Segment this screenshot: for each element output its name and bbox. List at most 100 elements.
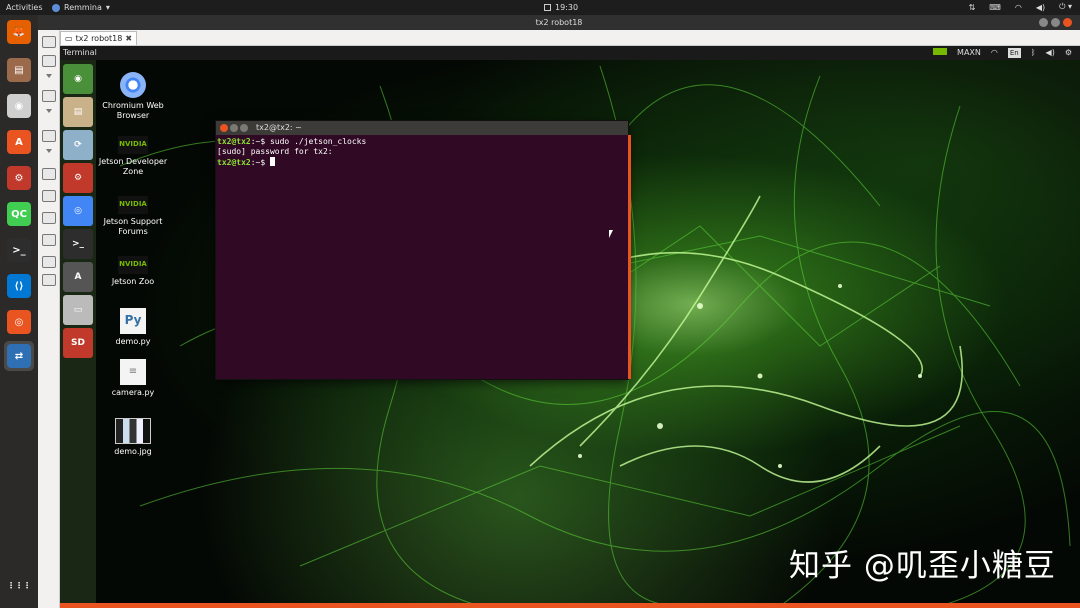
chevron-down-icon[interactable] [46, 74, 52, 78]
terminal-body[interactable]: tx2@tx2:~$ sudo ./jetson_clocks [sudo] p… [216, 135, 628, 170]
toggle-fullscreen-button[interactable] [42, 36, 56, 48]
terminal-title: tx2@tx2: ~ [256, 123, 302, 132]
camera-py-icon[interactable]: ≡ camera.py [98, 359, 168, 398]
jetson-developer-zone-icon[interactable]: NVIDIA Jetson Developer Zone [98, 136, 168, 176]
image-file-icon [115, 418, 151, 444]
disk-icon[interactable]: ◉ [4, 91, 34, 121]
terminal-line: tx2@tx2:~$ [217, 157, 627, 168]
nvidia-icon: NVIDIA [118, 256, 148, 274]
wifi-icon[interactable]: ◠ [1015, 3, 1022, 12]
app-menu-label: Remmina [64, 3, 102, 12]
power-icon[interactable]: ⏻ ▾ [1059, 2, 1072, 12]
file-manager-icon[interactable]: ▤ [4, 55, 34, 85]
jetson-zoo-icon[interactable]: NVIDIA Jetson Zoo [98, 256, 168, 287]
terminal-scrollbar[interactable] [628, 135, 631, 379]
vscode-icon[interactable]: ⟨⟩ [4, 271, 34, 301]
tools-button[interactable] [42, 212, 56, 224]
terminal-icon[interactable]: >_ [4, 235, 34, 265]
tab-close-icon[interactable]: ✖ [125, 34, 132, 43]
disconnect-button[interactable] [42, 274, 56, 286]
chevron-down-icon: ▾ [105, 3, 110, 12]
desktop-icon-label: demo.py [115, 337, 151, 346]
sd-card-icon[interactable]: SD [63, 328, 93, 358]
chromium-desktop-icon[interactable]: Chromium Web Browser [98, 72, 168, 120]
top-panel: Activities Remmina ▾ 19:30 ⇅ ⌨ ◠ ◀) ⏻ ▾ [0, 0, 1080, 15]
demo-jpg-icon[interactable]: demo.jpg [98, 418, 168, 457]
tab-strip: ▭ tx2 robot18 ✖ [38, 30, 1080, 46]
text-cursor [269, 157, 275, 166]
nvidia-tray-icon[interactable] [933, 46, 948, 60]
desktop-icon-label: Jetson Support Forums [103, 217, 163, 236]
toggle-dynamic-resolution-button[interactable] [42, 55, 56, 67]
firefox-icon[interactable]: 🦊 [4, 17, 34, 47]
activities-button[interactable]: Activities [0, 3, 52, 12]
software-updater-icon[interactable]: ⟳ [63, 130, 93, 160]
app-menu[interactable]: Remmina ▾ [52, 3, 110, 12]
terminal-window[interactable]: tx2@tx2: ~ tx2@tx2:~$ sudo ./jetson_cloc… [215, 120, 631, 380]
keyboard-language[interactable]: En [1007, 48, 1021, 58]
desktop-icon-label: demo.jpg [114, 447, 152, 456]
volume-icon[interactable]: ◀) [1046, 46, 1055, 60]
desktop-icon-label: Jetson Zoo [111, 277, 155, 286]
remmina-app-icon [52, 3, 60, 12]
bluetooth-icon[interactable]: ᛒ [1031, 46, 1036, 60]
maximize-button[interactable] [1051, 18, 1060, 27]
files-icon[interactable]: ▤ [63, 97, 93, 127]
switch-tab-button[interactable] [42, 130, 56, 142]
nvidia-icon: NVIDIA [118, 196, 148, 214]
remmina-tray-icon[interactable]: ⇅ [969, 3, 976, 12]
terminal-icon[interactable]: >_ [63, 229, 93, 259]
ubuntu-dash-icon[interactable]: ◉ [63, 64, 93, 94]
preferences-button[interactable] [42, 190, 56, 202]
chevron-down-icon[interactable] [46, 109, 52, 113]
scale-button[interactable] [42, 90, 56, 102]
chevron-down-icon[interactable] [46, 149, 52, 153]
power-mode-label[interactable]: MAXN [957, 46, 981, 60]
tab-tx2-robot18[interactable]: ▭ tx2 robot18 ✖ [60, 31, 138, 45]
watermark: 知乎 @叽歪小糖豆 [789, 548, 1056, 584]
grab-keyboard-button[interactable] [42, 168, 56, 180]
terminal-maximize-button[interactable] [240, 124, 248, 132]
system-settings-icon[interactable]: ⚙ [63, 163, 93, 193]
ubuntu-software-icon[interactable]: ◎ [4, 307, 34, 337]
screenshot-button[interactable] [42, 234, 56, 246]
ubuntu-software-icon[interactable]: A [63, 262, 93, 292]
remote-launcher: ◉ ▤ ⟳ ⚙ ◎ >_ A ▭ SD [60, 60, 96, 608]
qtcreator-icon[interactable]: QC [4, 199, 34, 229]
jetson-support-forums-icon[interactable]: NVIDIA Jetson Support Forums [98, 196, 168, 236]
desktop-icon-label: camera.py [111, 388, 155, 397]
software-center-icon[interactable]: A [4, 127, 34, 157]
volume-icon[interactable]: ◀) [1036, 3, 1045, 12]
clock[interactable]: 19:30 [544, 3, 578, 12]
wifi-icon[interactable]: ◠ [991, 46, 998, 60]
settings-icon[interactable]: ⚙ [4, 163, 34, 193]
window-title: tx2 robot18 [535, 18, 583, 27]
chromium-icon[interactable]: ◎ [63, 196, 93, 226]
calendar-icon [544, 4, 551, 11]
window-titlebar[interactable]: tx2 robot18 [38, 15, 1080, 30]
terminal-close-button[interactable] [220, 124, 228, 132]
remmina-icon[interactable]: ⇄ [4, 341, 34, 371]
minimize-window-button[interactable] [42, 256, 56, 268]
minimize-button[interactable] [1039, 18, 1048, 27]
tab-label: tx2 robot18 [75, 34, 123, 43]
terminal-line: [sudo] password for tx2: [217, 147, 333, 156]
python-file-icon: Py [120, 308, 146, 334]
show-applications-icon[interactable]: ⋮⋮⋮ [4, 570, 34, 600]
close-button[interactable] [1063, 18, 1072, 27]
terminal-minimize-button[interactable] [230, 124, 238, 132]
remote-top-panel: Terminal MAXN ◠ En ᛒ ◀) ⚙ [60, 46, 1080, 60]
text-file-icon: ≡ [120, 359, 146, 385]
terminal-line: tx2@tx2:~$ sudo ./jetson_clocks [217, 137, 367, 146]
terminal-titlebar[interactable]: tx2@tx2: ~ [216, 121, 628, 135]
drive-icon[interactable]: ▭ [63, 295, 93, 325]
mouse-pointer-icon [609, 230, 613, 238]
demo-py-icon[interactable]: Py demo.py [98, 308, 168, 347]
gear-icon[interactable]: ⚙ [1065, 46, 1072, 60]
remote-panel-title: Terminal [63, 48, 97, 57]
keyboard-icon[interactable]: ⌨ [989, 3, 1001, 12]
clock-time: 19:30 [555, 3, 579, 12]
remote-desktop[interactable]: Terminal MAXN ◠ En ᛒ ◀) ⚙ ◉ ▤ ⟳ ⚙ ◎ >_ A ▭ SD Ch… [60, 46, 1080, 608]
system-tray[interactable]: ⇅ ⌨ ◠ ◀) ⏻ ▾ [969, 2, 1072, 12]
nvidia-icon: NVIDIA [118, 136, 148, 154]
